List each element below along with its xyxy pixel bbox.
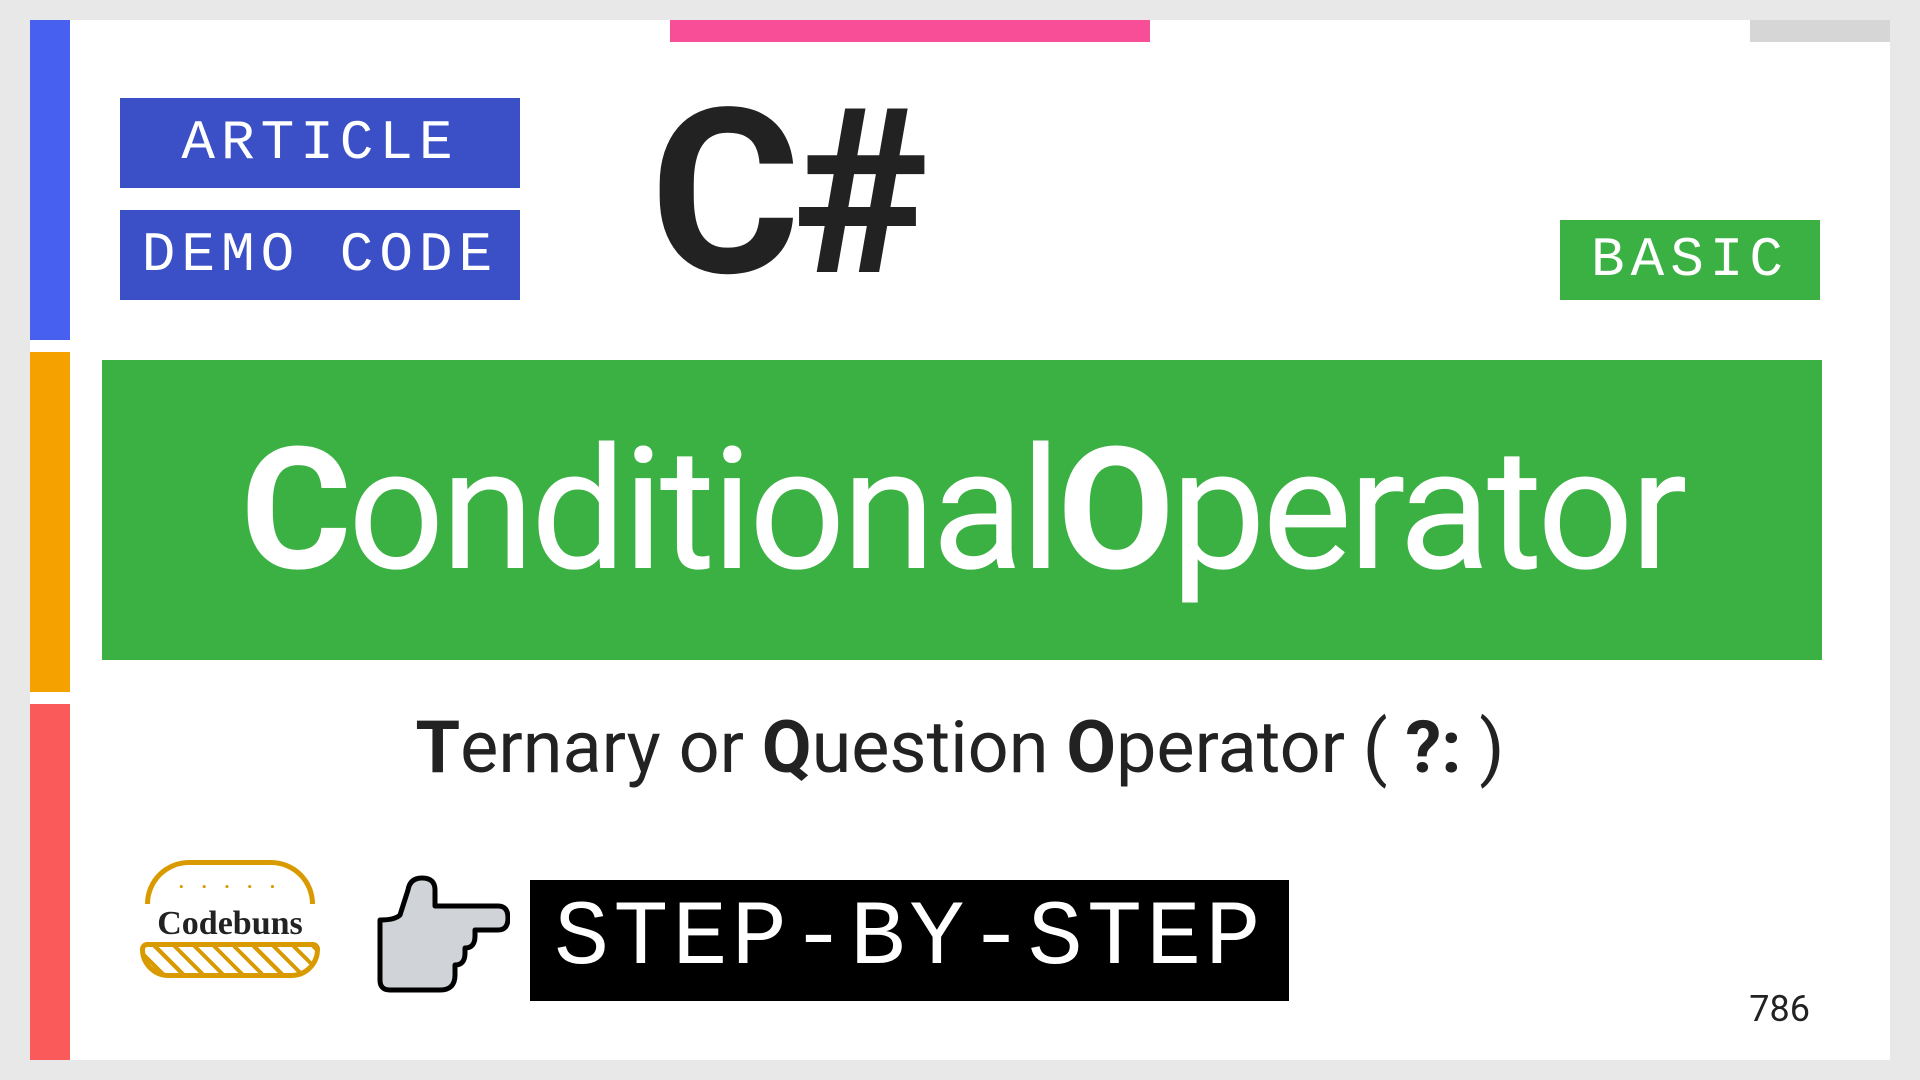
logo-text: Codebuns (135, 904, 325, 944)
language-heading: C# (650, 60, 921, 329)
burger-bun-bottom-icon (140, 942, 320, 978)
page-number: 786 (1749, 988, 1810, 1030)
accent-strip-pink (670, 20, 1150, 42)
title-letter-c: C (241, 410, 348, 610)
step-by-step-badge: STEP-BY-STEP (530, 880, 1289, 1001)
title-part-onditional: onditional (348, 410, 1058, 610)
subtitle-part-perator: perator ( (1116, 705, 1405, 790)
badge-article: ARTICLE (120, 98, 520, 188)
accent-strip-orange (30, 352, 70, 692)
subtitle-operator-symbol: ?: (1405, 705, 1461, 790)
subtitle-part-ernary: ernary or (460, 705, 762, 790)
pointing-hand-icon (360, 870, 510, 1030)
burger-bun-top-icon (145, 860, 315, 904)
subtitle-letter-q: Q (762, 705, 812, 790)
title-letter-o: O (1057, 410, 1170, 610)
accent-strip-grey (1750, 20, 1890, 42)
accent-strip-blue (30, 20, 70, 340)
badge-level-basic: BASIC (1560, 220, 1820, 300)
slide-card: ARTICLE DEMO CODE C# BASIC Conditional O… (30, 20, 1890, 1060)
subtitle-close-paren: ) (1462, 705, 1505, 790)
codebuns-logo: Codebuns (130, 860, 330, 978)
subtitle-letter-t: T (416, 705, 461, 790)
subtitle: Ternary or Question Operator ( ?: ) (30, 705, 1890, 790)
subtitle-letter-o: O (1066, 705, 1116, 790)
subtitle-part-uestion: uestion (812, 705, 1067, 790)
badge-demo-code: DEMO CODE (120, 210, 520, 300)
main-title: Conditional Operator (102, 360, 1822, 660)
title-part-perator: perator (1171, 410, 1684, 610)
